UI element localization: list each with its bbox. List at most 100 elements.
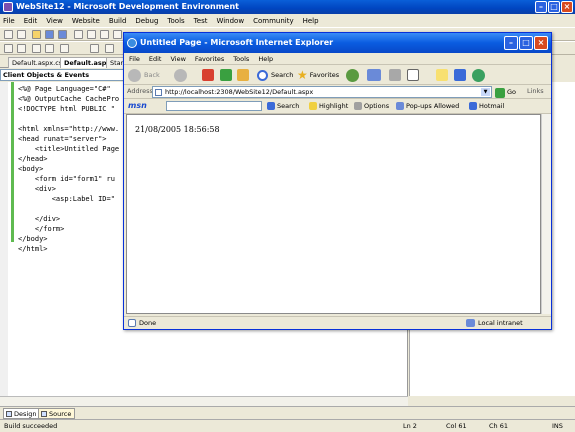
- minimize-button[interactable]: –: [535, 1, 547, 13]
- popups-button[interactable]: Pop-ups Allowed: [396, 99, 459, 113]
- msn-toolbar: msn Search Highlight Options Pop-ups All…: [124, 99, 551, 114]
- menu-window[interactable]: Window: [216, 17, 244, 25]
- ie-close-button[interactable]: ×: [534, 36, 548, 50]
- ie-menu-favorites[interactable]: Favorites: [195, 55, 224, 63]
- ie-menu-view[interactable]: View: [170, 55, 185, 63]
- source-icon: [41, 411, 47, 417]
- client-objects-dropdown[interactable]: Client Objects & Events: [0, 69, 125, 81]
- code-line-9: <body>: [18, 165, 44, 173]
- menu-tools[interactable]: Tools: [167, 17, 184, 25]
- done-page-icon: [128, 319, 136, 327]
- code-line-17: </html>: [18, 245, 48, 253]
- ie-menu-tools[interactable]: Tools: [233, 55, 249, 63]
- status-done: Done: [128, 317, 156, 329]
- ie-menu-edit[interactable]: Edit: [149, 55, 162, 63]
- favorites-button[interactable]: ★ Favorites: [297, 67, 339, 83]
- hotmail-icon: [469, 102, 477, 110]
- vs-menu-bar: File Edit View Website Build Debug Tools…: [0, 14, 575, 27]
- links-button[interactable]: Links: [527, 85, 544, 98]
- address-dropdown-icon[interactable]: ▼: [481, 88, 490, 96]
- menu-file[interactable]: File: [3, 17, 15, 25]
- document-tabs: Default.aspx.cs Default.aspx Start: [0, 56, 130, 68]
- editor-gutter: [0, 82, 8, 396]
- save-icon[interactable]: [45, 30, 54, 39]
- menu-community[interactable]: Community: [253, 17, 294, 25]
- save-all-icon[interactable]: [58, 30, 67, 39]
- ie-menu-help[interactable]: Help: [258, 55, 273, 63]
- outdent-icon[interactable]: [17, 44, 26, 53]
- research-button[interactable]: [454, 67, 466, 83]
- ie-title-bar[interactable]: Untitled Page - Microsoft Internet Explo…: [124, 33, 551, 53]
- status-zone: Local intranet: [466, 317, 523, 329]
- highlight-label: Highlight: [319, 102, 349, 110]
- msn-search-input[interactable]: [166, 101, 262, 111]
- back-button[interactable]: Back: [128, 67, 160, 83]
- ie-menu-file[interactable]: File: [129, 55, 140, 63]
- back-arrow-icon: [128, 68, 141, 82]
- refresh-button[interactable]: [220, 67, 232, 83]
- maximize-button[interactable]: □: [548, 1, 560, 13]
- print-button[interactable]: [389, 67, 401, 83]
- address-label: Address: [127, 87, 153, 95]
- stop-button[interactable]: [202, 67, 214, 83]
- edit-button[interactable]: [407, 67, 419, 83]
- bookmark-icon[interactable]: [60, 44, 69, 53]
- change-indicator: [11, 82, 14, 242]
- uncomment-icon[interactable]: [45, 44, 54, 53]
- cut-icon[interactable]: [74, 30, 83, 39]
- menu-website[interactable]: Website: [72, 17, 100, 25]
- back-label: Back: [144, 71, 160, 79]
- msn-search-button[interactable]: Search: [267, 99, 299, 113]
- search-label: Search: [271, 71, 294, 79]
- hotmail-button[interactable]: Hotmail: [469, 99, 504, 113]
- menu-build[interactable]: Build: [109, 17, 127, 25]
- messenger-button[interactable]: [472, 67, 488, 83]
- ie-window: Untitled Page - Microsoft Internet Explo…: [123, 32, 552, 330]
- paste-icon[interactable]: [100, 30, 109, 39]
- vs-title-bar[interactable]: WebSite12 - Microsoft Development Enviro…: [0, 0, 575, 14]
- menu-view[interactable]: View: [46, 17, 63, 25]
- highlight-icon: [309, 102, 317, 110]
- search-button[interactable]: Search: [257, 67, 293, 83]
- add-item-icon[interactable]: [17, 30, 26, 39]
- go-button[interactable]: Go: [495, 86, 516, 99]
- design-button[interactable]: Design: [3, 408, 41, 419]
- status-ins: INS: [552, 422, 563, 430]
- discuss-button[interactable]: [436, 67, 448, 83]
- menu-edit[interactable]: Edit: [24, 17, 38, 25]
- source-button[interactable]: Source: [38, 408, 76, 419]
- mail-button[interactable]: [367, 67, 381, 83]
- forward-button[interactable]: [174, 67, 190, 83]
- options-button[interactable]: Options: [354, 99, 389, 113]
- copy-icon[interactable]: [87, 30, 96, 39]
- go-arrow-icon: [495, 87, 505, 98]
- new-project-icon[interactable]: [4, 30, 13, 39]
- open-folder-icon[interactable]: [32, 30, 41, 39]
- tab-default-aspx-cs[interactable]: Default.aspx.cs: [8, 57, 67, 68]
- ie-maximize-button[interactable]: □: [519, 36, 533, 50]
- ie-minimize-button[interactable]: –: [504, 36, 518, 50]
- highlight-button[interactable]: Highlight: [309, 99, 348, 113]
- menu-help[interactable]: Help: [303, 17, 319, 25]
- indent-icon[interactable]: [4, 44, 13, 53]
- code-line-1: <%@ Page Language="C#": [18, 85, 111, 93]
- close-button[interactable]: ×: [561, 1, 573, 13]
- comment-icon[interactable]: [32, 44, 41, 53]
- status-ln: Ln 2: [403, 422, 417, 430]
- star-icon: ★: [297, 68, 308, 82]
- editor-horizontal-scrollbar[interactable]: [0, 396, 408, 406]
- address-value: http://localhost:2308/WebSite12/Default.…: [165, 88, 314, 96]
- page-vertical-scrollbar[interactable]: [541, 114, 551, 314]
- msn-logo[interactable]: msn: [128, 99, 147, 113]
- format-icon[interactable]: [90, 44, 99, 53]
- home-button[interactable]: [237, 67, 249, 83]
- messenger-icon: [472, 68, 485, 82]
- address-input[interactable]: http://localhost:2308/WebSite12/Default.…: [152, 86, 492, 98]
- validate-icon[interactable]: [105, 44, 114, 53]
- menu-debug[interactable]: Debug: [135, 17, 158, 25]
- vs-status-bar: Build succeeded Ln 2 Col 61 Ch 61 INS: [0, 419, 575, 432]
- history-button[interactable]: [346, 67, 362, 83]
- menu-test[interactable]: Test: [194, 17, 208, 25]
- code-line-16: </body>: [18, 235, 48, 243]
- undo-icon[interactable]: [113, 30, 122, 39]
